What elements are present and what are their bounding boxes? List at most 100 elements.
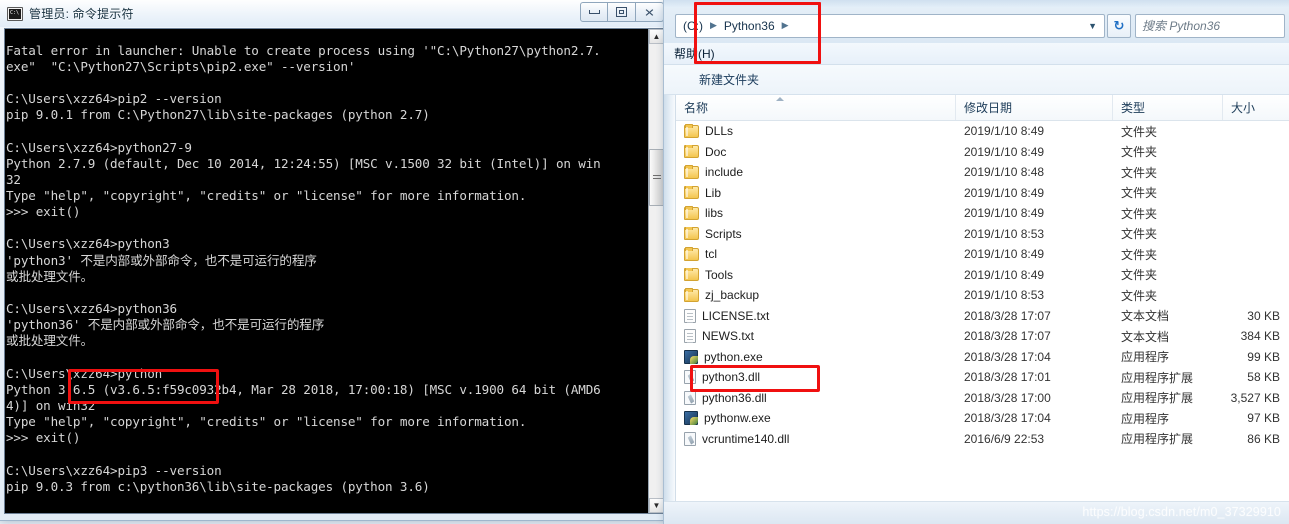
file-name-cell[interactable]: python36.dll [676,390,956,405]
file-name-cell[interactable]: Doc [676,144,956,159]
console-window-controls[interactable]: ✕ [580,2,664,22]
breadcrumb-drive[interactable]: (C:) [680,19,706,33]
folder-icon [684,124,699,138]
table-row[interactable]: DLLs 2019/1/10 8:49 文件夹 [676,121,1289,142]
explorer-menu-bar[interactable]: 帮助(H) [664,43,1289,65]
table-row[interactable]: vcruntime140.dll 2016/6/9 22:53 应用程序扩展 86 K… [676,429,1289,450]
file-size-cell: 86 KB [1247,431,1280,446]
file-name-cell[interactable]: python.exe [676,349,956,364]
file-name-label: Scripts [705,226,742,241]
file-type-cell: 文件夹 [1121,186,1158,201]
minimize-icon[interactable] [580,2,608,22]
menu-item-help[interactable]: 帮助(H) [674,45,715,62]
file-name-cell[interactable]: python3.dll [676,370,956,385]
table-row[interactable]: LICENSE.txt 2018/3/28 17:07 文本文档 30 KB [676,306,1289,327]
table-row[interactable]: Tools 2019/1/10 8:49 文件夹 [676,265,1289,286]
breadcrumb-python36[interactable]: Python36 [721,19,778,33]
file-explorer-window[interactable]: (C:) ▶ Python36 ▶ ▼ ↻ 搜索 Python36 帮助(H) … [663,0,1289,524]
scroll-down-icon[interactable]: ▼ [649,498,663,513]
file-name-label: LICENSE.txt [702,308,770,323]
navigation-pane-splitter[interactable] [664,95,676,524]
explorer-toolbar[interactable]: 新建文件夹 [664,65,1289,95]
table-row[interactable]: libs 2019/1/10 8:49 文件夹 [676,203,1289,224]
table-row[interactable]: python3.dll 2018/3/28 17:01 应用程序扩展 58 KB [676,367,1289,388]
column-header-size[interactable]: 大小 [1223,95,1289,120]
file-name-label: python3.dll [702,370,761,385]
new-folder-button[interactable]: 新建文件夹 [699,71,759,88]
file-date-cell: 2018/3/28 17:07 [964,329,1051,344]
file-name-label: tcl [705,247,717,262]
file-name-cell[interactable]: zj_backup [676,288,956,302]
table-row[interactable]: NEWS.txt 2018/3/28 17:07 文本文档 384 KB [676,326,1289,347]
file-type-cell: 文件夹 [1121,145,1158,160]
file-name-cell[interactable]: vcruntime140.dll [676,431,956,446]
table-row[interactable]: python.exe 2018/3/28 17:04 应用程序 99 KB [676,347,1289,368]
file-size-cell: 384 KB [1240,329,1280,344]
table-row[interactable]: pythonw.exe 2018/3/28 17:04 应用程序 97 KB [676,408,1289,429]
column-header-date-label: 修改日期 [964,101,1013,115]
column-header-type[interactable]: 类型 [1113,95,1223,120]
scroll-up-icon[interactable]: ▲ [649,29,663,44]
folder-icon [684,206,699,220]
command-prompt-window[interactable]: 管理员: 命令提示符 ✕ Fatal error in launcher: Un… [0,0,670,521]
file-name-cell[interactable]: tcl [676,247,956,261]
file-name-cell[interactable]: Tools [676,267,956,282]
file-type-cell: 文本文档 [1121,329,1170,344]
column-header-name-label: 名称 [684,101,709,115]
column-header-date[interactable]: 修改日期 [956,95,1113,120]
table-row[interactable]: include 2019/1/10 8:48 文件夹 [676,162,1289,183]
file-list-column-headers[interactable]: 名称 修改日期 类型 大小 [676,95,1289,121]
file-type-cell: 文件夹 [1121,227,1158,242]
table-row[interactable]: python36.dll 2018/3/28 17:00 应用程序扩展 3,527 K… [676,388,1289,409]
file-date-cell: 2019/1/10 8:49 [964,206,1045,221]
console-text: Fatal error in launcher: Unable to creat… [6,42,601,513]
file-name-label: Tools [705,267,734,282]
close-icon[interactable]: ✕ [636,2,664,22]
explorer-address-row[interactable]: (C:) ▶ Python36 ▶ ▼ ↻ 搜索 Python36 [664,8,1289,43]
search-input[interactable]: 搜索 Python36 [1135,13,1285,38]
table-row[interactable]: Doc 2019/1/10 8:49 文件夹 [676,142,1289,163]
file-type-cell: 应用程序扩展 [1121,391,1194,406]
address-bar[interactable]: (C:) ▶ Python36 ▶ ▼ [675,13,1105,38]
dll-icon [684,431,696,446]
file-name-cell[interactable]: pythonw.exe [676,411,956,426]
table-row[interactable]: tcl 2019/1/10 8:49 文件夹 [676,244,1289,265]
column-header-name[interactable]: 名称 [676,95,956,120]
column-header-size-label: 大小 [1231,101,1256,115]
file-type-cell: 文本文档 [1121,309,1170,324]
sort-ascending-icon [776,97,784,101]
file-name-cell[interactable]: Scripts [676,226,956,241]
folder-icon [684,185,699,200]
folder-icon [684,247,699,261]
dll-icon [684,390,696,405]
file-name-cell[interactable]: libs [676,206,956,220]
file-name-cell[interactable]: NEWS.txt [676,329,956,344]
file-name-cell[interactable]: LICENSE.txt [676,308,956,323]
table-row[interactable]: zj_backup 2019/1/10 8:53 文件夹 [676,285,1289,306]
file-size-cell: 3,527 KB [1230,390,1280,405]
restore-icon[interactable] [608,2,636,22]
console-scrollbar[interactable]: ▲ ▼ [648,29,663,513]
console-title-bar[interactable]: 管理员: 命令提示符 ✕ [0,0,669,27]
file-date-cell: 2018/3/28 17:04 [964,349,1051,364]
table-row[interactable]: Scripts 2019/1/10 8:53 文件夹 [676,224,1289,245]
file-name-cell[interactable]: include [676,165,956,179]
chevron-down-icon[interactable]: ▼ [1088,21,1100,31]
file-list[interactable]: DLLs 2019/1/10 8:49 文件夹 Doc 2019/1/10 8:49 文件… [676,121,1289,501]
console-scrollbar-thumb[interactable] [649,149,663,206]
text-file-icon [684,329,696,344]
refresh-icon[interactable]: ↻ [1107,13,1131,38]
file-type-cell: 应用程序扩展 [1121,370,1194,385]
console-window-title: 管理员: 命令提示符 [29,7,134,21]
console-output-area[interactable]: Fatal error in launcher: Unable to creat… [4,28,664,514]
file-type-cell: 文件夹 [1121,247,1158,262]
table-row[interactable]: Lib 2019/1/10 8:49 文件夹 [676,183,1289,204]
file-type-cell: 文件夹 [1121,124,1158,139]
file-name-cell[interactable]: Lib [676,185,956,200]
file-name-cell[interactable]: DLLs [676,124,956,138]
file-name-label: zj_backup [705,288,760,303]
folder-icon [684,144,699,159]
file-name-label: vcruntime140.dll [702,431,790,446]
folder-icon [684,267,699,282]
dll-icon [684,370,696,385]
